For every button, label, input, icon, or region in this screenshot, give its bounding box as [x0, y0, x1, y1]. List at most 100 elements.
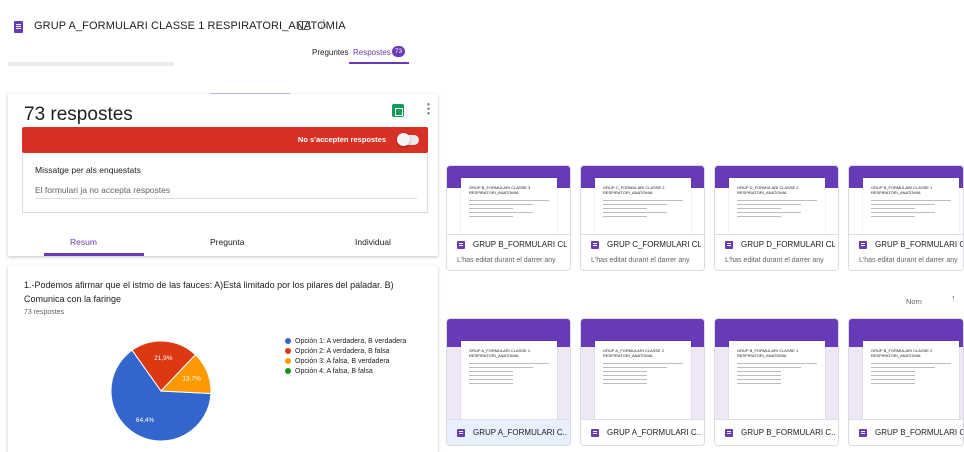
thumb-lines	[469, 200, 549, 220]
form-icon	[591, 429, 599, 437]
accepting-responses-banner: No s'accepten respostes	[22, 127, 428, 153]
form-name: GRUP D_FORMULARI CL...	[741, 240, 835, 249]
respondent-message-label: Missatge per als enquestats	[35, 165, 141, 175]
active-subtab-indicator	[44, 253, 144, 256]
pie-slice-label: 13,7%	[182, 376, 201, 383]
more-vert-icon[interactable]: ⋮	[422, 102, 435, 115]
thumb-doc-title: GRUP B_FORMULARI CLASSE 1 RESPIRATORI_AN…	[737, 348, 799, 358]
placeholder-bar	[8, 62, 174, 66]
responses-count-title: 73 respostes	[24, 104, 133, 125]
form-name: GRUP A_FORMULARI C...	[473, 428, 567, 437]
tab-pregunta[interactable]: Pregunta	[210, 237, 245, 247]
tab-resum[interactable]: Resum	[70, 237, 97, 247]
form-name: GRUP B_FORMULARI CL...	[473, 240, 567, 249]
thumb-doc-title: GRUP D_FORMULARI CLASSE 2 RESPIRATORI_AN…	[737, 185, 799, 195]
legend-swatch	[285, 358, 291, 364]
form-name: GRUP A_FORMULARI C...	[607, 428, 701, 437]
legend-swatch	[285, 368, 291, 374]
form-icon	[457, 241, 465, 249]
legend-label: Opción 1: A verdadera, B verdadera	[295, 337, 407, 345]
thumb-lines	[871, 200, 951, 220]
thumb-preview: GRUP B_FORMULARI CLASSE 1 RESPIRATORI_AN…	[729, 341, 825, 419]
form-card[interactable]: GRUP B_FORMULARI CLASSE 1 RESPIRATORI_AN…	[714, 318, 839, 446]
respondent-message-input[interactable]: El formulari ja no accepta respostes	[35, 185, 170, 195]
question-response-count: 73 respostes	[24, 309, 65, 316]
form-icon	[859, 429, 867, 437]
legend-item: Opción 1: A verdadera, B verdadera	[285, 336, 406, 346]
form-card[interactable]: GRUP B_FORMULARI CLASSE 2 RESPIRATORI_AN…	[848, 318, 964, 446]
thumb-lines	[737, 200, 817, 220]
form-edited-info: L'has editat durant el darrer any	[725, 257, 824, 264]
pie-slice-label: 21,9%	[154, 355, 173, 362]
thumb-preview: GRUP A_FORMULARI CLASSE 2 RESPIRATORI_AN…	[595, 341, 691, 419]
thumb-preview: GRUP B_FORMULARI CLASSE 2 RESPIRATORI_AN…	[863, 341, 959, 419]
form-icon	[14, 21, 23, 33]
form-card[interactable]: GRUP B_FORMULARI CLASSE 3 RESPIRATORI_AN…	[446, 165, 571, 271]
form-card-footer: GRUP B_FORMULARI C...	[715, 419, 838, 445]
form-edited-info: L'has editat durant el darrer any	[457, 257, 556, 264]
form-card-footer: GRUP C_FORMULARI CL... L'has editat dura…	[581, 234, 704, 270]
thumb-preview: GRUP C_FORMULARI CLASSE 2 RESPIRATORI_AN…	[595, 178, 691, 238]
thumb-lines	[469, 363, 549, 387]
form-name: GRUP B_FORMULARI C...	[875, 428, 964, 437]
form-card[interactable]: GRUP D_FORMULARI CLASSE 2 RESPIRATORI_AN…	[714, 165, 839, 271]
form-card[interactable]: GRUP C_FORMULARI CLASSE 2 RESPIRATORI_AN…	[580, 165, 705, 271]
sort-label[interactable]: Nom	[906, 297, 922, 306]
form-name: GRUP B_FORMULARI C...	[741, 428, 835, 437]
form-icon	[725, 429, 733, 437]
thumb-doc-title: GRUP B_FORMULARI CLASSE 2 RESPIRATORI_AN…	[871, 348, 933, 358]
form-card-footer: GRUP A_FORMULARI C...	[447, 419, 570, 445]
respondent-message-box: Missatge per als enquestats El formulari…	[22, 153, 428, 213]
thumb-preview: GRUP B_FORMULARI CLASSE 3 RESPIRATORI_AN…	[461, 178, 557, 238]
form-card-footer: GRUP D_FORMULARI CL... L'has editat dura…	[715, 234, 838, 270]
pie-slice-label: 64,4%	[136, 417, 155, 424]
responses-summary-card: 73 respostes ⋮ No s'accepten respostes M…	[8, 94, 438, 256]
thumb-doc-title: GRUP A_FORMULARI CLASSE 2 RESPIRATORI_AN…	[603, 348, 665, 358]
sheets-icon[interactable]	[392, 104, 404, 117]
thumb-doc-title: GRUP A_FORMULARI CLASSE 1 RESPIRATORI_AN…	[469, 348, 531, 358]
tab-respostes[interactable]: Respostes	[353, 48, 391, 57]
form-icon	[591, 241, 599, 249]
thumb-lines	[603, 200, 683, 220]
legend-item: Opción 4: A falsa, B falsa	[285, 366, 406, 376]
thumb-preview: GRUP A_FORMULARI CLASSE 1 RESPIRATORI_AN…	[461, 341, 557, 419]
legend-item: Opción 2: A verdadera, B falsa	[285, 346, 406, 356]
question-summary-card: 1.-Podemos afirmar que el istmo de las f…	[8, 266, 438, 452]
legend-swatch	[285, 348, 291, 354]
thumb-lines	[871, 363, 951, 387]
form-name: GRUP C_FORMULARI CL...	[607, 240, 701, 249]
question-text: 1.-Podemos afirmar que el istmo de las f…	[24, 280, 394, 304]
accepting-responses-toggle[interactable]	[397, 133, 419, 146]
form-card[interactable]: GRUP A_FORMULARI CLASSE 2 RESPIRATORI_AN…	[580, 318, 705, 446]
responses-count-badge: 73	[392, 46, 405, 57]
arrow-up-icon[interactable]: ↑	[951, 293, 956, 303]
legend-label: Opción 2: A verdadera, B falsa	[295, 347, 390, 355]
thumb-lines	[603, 363, 683, 387]
chart-legend: Opción 1: A verdadera, B verdadera Opción…	[285, 336, 406, 376]
form-card-footer: GRUP A_FORMULARI C...	[581, 419, 704, 445]
thumb-preview: GRUP B_FORMULARI CLASSE 1 RESPIRATORI_AN…	[863, 178, 959, 238]
tab-individual[interactable]: Individual	[355, 237, 391, 247]
tab-preguntes[interactable]: Preguntes	[312, 48, 348, 57]
pie-chart: 64,4% 21,9% 13,7%	[110, 340, 212, 442]
thumb-preview: GRUP D_FORMULARI CLASSE 2 RESPIRATORI_AN…	[729, 178, 825, 238]
form-edited-info: L'has editat durant el darrer any	[591, 257, 690, 264]
active-tab-indicator	[349, 62, 409, 64]
thumb-doc-title: GRUP C_FORMULARI CLASSE 2 RESPIRATORI_AN…	[603, 185, 665, 195]
legend-item: Opción 3: A falsa, B verdadera	[285, 356, 406, 366]
form-card-selected[interactable]: GRUP A_FORMULARI CLASSE 1 RESPIRATORI_AN…	[446, 318, 571, 446]
star-icon[interactable]: ☆	[318, 17, 330, 30]
form-icon	[859, 241, 867, 249]
form-edited-info: L'has editat durant el darrer any	[859, 257, 958, 264]
input-underline	[35, 198, 417, 199]
form-icon	[725, 241, 733, 249]
form-card-footer: GRUP B_FORMULARI CL... L'has editat dura…	[849, 234, 963, 270]
folder-icon[interactable]	[298, 21, 310, 30]
legend-label: Opción 4: A falsa, B falsa	[295, 367, 373, 375]
thumb-doc-title: GRUP B_FORMULARI CLASSE 1 RESPIRATORI_AN…	[871, 185, 933, 195]
thumb-doc-title: GRUP B_FORMULARI CLASSE 3 RESPIRATORI_AN…	[469, 185, 531, 195]
form-header: GRUP A_FORMULARI CLASSE 1 RESPIRATORI_AN…	[0, 0, 430, 72]
form-icon	[457, 429, 465, 437]
form-card[interactable]: GRUP B_FORMULARI CLASSE 1 RESPIRATORI_AN…	[848, 165, 964, 271]
accepting-responses-label: No s'accepten respostes	[297, 135, 386, 144]
